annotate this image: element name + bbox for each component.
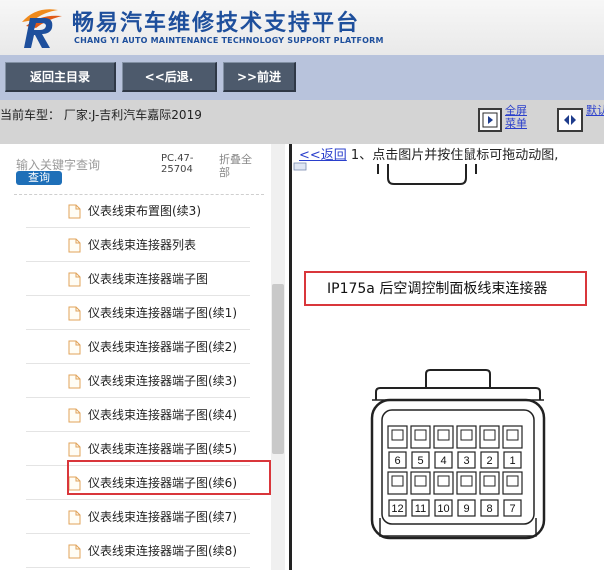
tree-item-label: 仪表线束连接器列表 — [88, 238, 197, 252]
document-icon — [68, 374, 81, 389]
tree-item[interactable]: 仪表线束连接器端子图(续3) — [26, 364, 250, 398]
pin-bottom-11: 11 — [410, 471, 431, 517]
logo-icon — [22, 9, 62, 48]
tree-list: 仪表线束布置图(续3) 仪表线束连接器列表 仪表线束连接器端子图仪表线束连接器端子图… — [26, 194, 250, 568]
document-icon — [68, 442, 81, 457]
brand-subtitle: CHANG YI AUTO MAINTENANCE TECHNOLOGY SUP… — [74, 36, 384, 45]
info-bar: 当前车型： 厂家:J-吉利汽车嘉际2019 全屏菜单 默认视图 — [0, 100, 604, 144]
default-view-button[interactable] — [557, 108, 583, 132]
tree-item[interactable]: 仪表线束连接器列表 — [26, 228, 250, 262]
selected-item-highlight — [67, 460, 271, 495]
toolbar: 返回主目录 <<后退. >>前进 — [0, 55, 604, 100]
upper-connector-outline — [377, 164, 477, 185]
tree-item-label: 仪表线束连接器端子图(续8) — [88, 544, 237, 558]
pin-number: 6 — [394, 455, 400, 467]
pin-number: 8 — [486, 503, 492, 515]
pin-top-3: 3 — [456, 425, 477, 469]
document-icon — [68, 340, 81, 355]
tree-item[interactable]: 仪表线束连接器端子图(续7) — [26, 500, 250, 534]
back-button[interactable]: <<后退. — [122, 62, 217, 92]
pin-number: 3 — [463, 455, 469, 467]
pin-number: 10 — [437, 503, 449, 515]
tree-item[interactable]: 仪表线束布置图(续3) — [26, 194, 250, 228]
document-icon — [68, 272, 81, 287]
pin-number: 4 — [440, 455, 446, 467]
current-model-label: 当前车型： 厂家:J-吉利汽车嘉际2019 — [0, 108, 202, 122]
tree-item-label: 仪表线束连接器端子图(续5) — [88, 442, 237, 456]
tree-item-label: 仪表线束连接器端子图(续1) — [88, 306, 237, 320]
split-view-icon — [564, 115, 576, 125]
pin-top-1: 1 — [502, 425, 523, 469]
pin-top-4: 4 — [433, 425, 454, 469]
default-view-link[interactable]: 默认视图 — [586, 104, 604, 117]
fullscreen-menu-link[interactable]: 全屏菜单 — [505, 104, 535, 130]
scrollbar-thumb[interactable] — [272, 284, 284, 454]
pin-number: 9 — [463, 503, 469, 515]
tree-item-label: 仪表线束连接器端子图(续4) — [88, 408, 237, 422]
forward-button[interactable]: >>前进 — [223, 62, 296, 92]
document-icon — [68, 510, 81, 525]
document-icon — [68, 204, 81, 219]
home-button[interactable]: 返回主目录 — [5, 62, 116, 92]
pin-top-5: 5 — [410, 425, 431, 469]
header: 畅易汽车维修技术支持平台 CHANG YI AUTO MAINTENANCE T… — [0, 0, 604, 55]
brand-title: 畅易汽车维修技术支持平台 — [72, 11, 361, 36]
tree-item-label: 仪表线束连接器端子图 — [88, 272, 209, 286]
pin-number: 1 — [509, 455, 515, 467]
pin-top-6: 6 — [387, 425, 408, 469]
tree-item-label: 仪表线束连接器端子图(续7) — [88, 510, 237, 524]
search-button[interactable]: 查询 — [16, 171, 62, 185]
pin-grid: 6 5 4 3 2 1 12 11 10 9 8 7 — [387, 425, 523, 517]
tree-item-label: 仪表线束连接器端子图(续2) — [88, 340, 237, 354]
app-window: 畅易汽车维修技术支持平台 CHANG YI AUTO MAINTENANCE T… — [0, 0, 604, 570]
document-icon — [68, 544, 81, 559]
diagram-label: IP175a 后空调控制面板线束连接器 — [327, 281, 548, 297]
pin-number: 2 — [486, 455, 492, 467]
pin-number: 7 — [509, 503, 515, 515]
tree-item[interactable]: 仪表线束连接器端子图(续1) — [26, 296, 250, 330]
tree-item[interactable]: 仪表线束连接器端子图 — [26, 262, 250, 296]
pc-code-label: PC.47-25704 — [161, 153, 194, 175]
image-icon — [293, 162, 307, 171]
pin-number: 11 — [415, 503, 426, 515]
pin-bottom-12: 12 — [387, 471, 408, 517]
pin-number: 5 — [417, 455, 423, 467]
document-icon — [68, 238, 81, 253]
document-icon — [68, 408, 81, 423]
pin-top-2: 2 — [479, 425, 500, 469]
pin-number: 12 — [391, 503, 403, 515]
collapse-all-button[interactable]: 折叠全部 — [219, 153, 259, 179]
tree-item[interactable]: 仪表线束连接器端子图(续2) — [26, 330, 250, 364]
fullscreen-button[interactable] — [478, 108, 502, 132]
fullscreen-icon — [482, 112, 498, 128]
sidebar-tree: 输入关键字查询 查询 PC.47-25704 折叠全部 仪表线束布置图(续3) 仪… — [0, 144, 286, 570]
document-icon — [68, 306, 81, 321]
tree-item[interactable]: 仪表线束连接器端子图(续8) — [26, 534, 250, 568]
sidebar-scrollbar[interactable] — [271, 144, 285, 570]
pin-bottom-10: 10 — [433, 471, 454, 517]
pin-bottom-9: 9 — [456, 471, 477, 517]
pin-bottom-8: 8 — [479, 471, 500, 517]
tree-item[interactable]: 仪表线束连接器端子图(续4) — [26, 398, 250, 432]
pin-bottom-7: 7 — [502, 471, 523, 517]
tree-item-label: 仪表线束布置图(续3) — [88, 204, 201, 218]
tree-item-label: 仪表线束连接器端子图(续3) — [88, 374, 237, 388]
diagram-view: <<返回 1、点击图片并按住鼠标可拖动动图, 654321 12 11 10 9… — [292, 144, 604, 570]
connector-diagram[interactable]: 6 5 4 3 2 1 12 11 10 9 8 7 — [292, 144, 604, 570]
